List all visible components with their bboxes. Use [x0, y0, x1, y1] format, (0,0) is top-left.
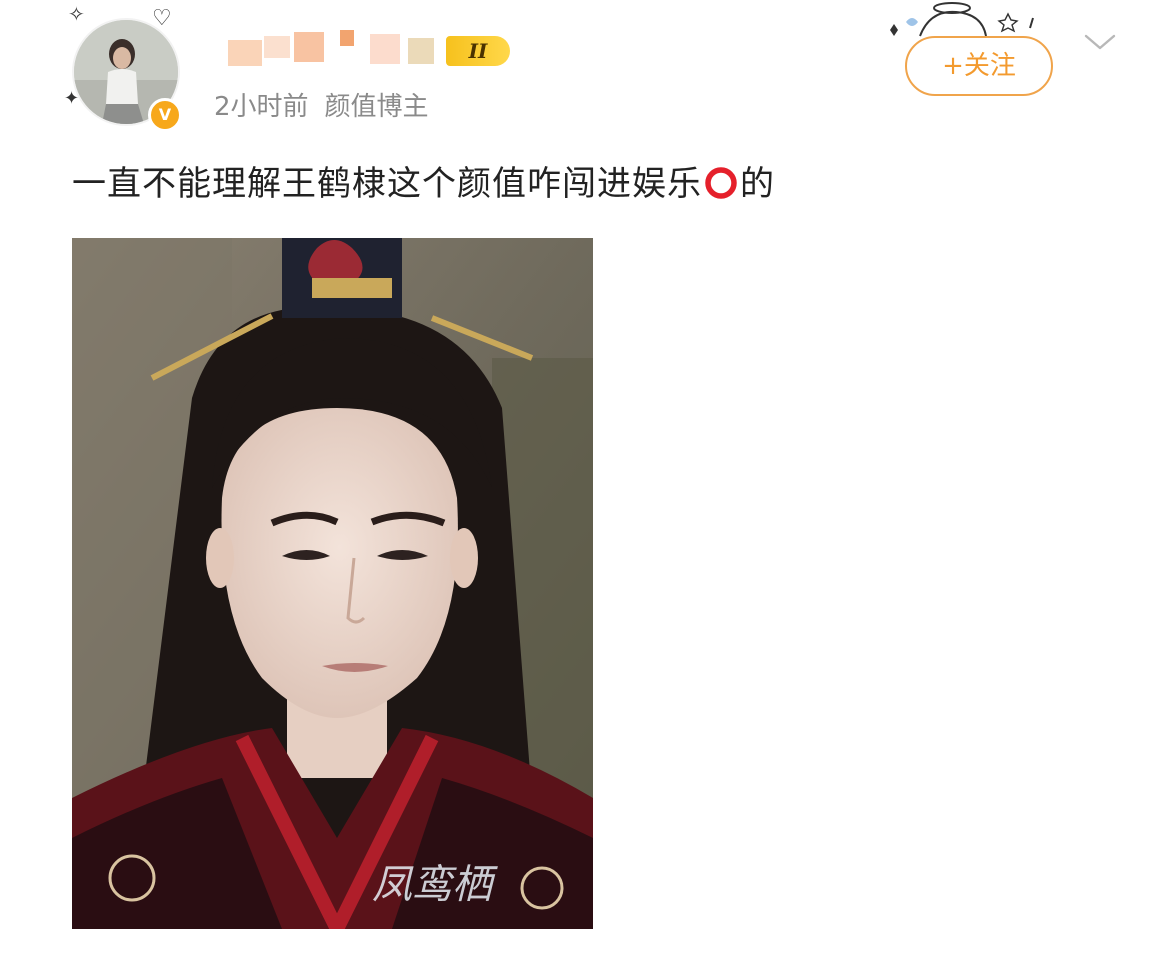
post-text-main: 一直不能理解王鹤棣这个颜值咋闯进娱乐 [72, 164, 702, 204]
red-circle-emoji-icon [705, 167, 737, 199]
post-photo[interactable]: 凤鸾栖 [72, 238, 593, 929]
post-text-end: 的 [740, 164, 775, 204]
follow-button[interactable]: +关注 [905, 36, 1053, 96]
chevron-down-icon[interactable] [1083, 30, 1117, 54]
doodle-decoration-icon [890, 2, 1034, 37]
weibo-post: ✧ ♡ ✦ ✧ V II 2小时前颜值博主 [0, 0, 1176, 969]
post-text: 一直不能理解王鹤棣这个颜值咋闯进娱乐的 [72, 156, 775, 205]
verified-icon: V [148, 98, 182, 132]
post-time: 2小时前 [214, 92, 309, 122]
photo-watermark: 凤鸾栖 [372, 862, 498, 908]
post-meta: 2小时前 颜值博主 [214, 86, 429, 123]
user-tag: 颜值博主 [324, 92, 429, 122]
question-sparkle-icon: ✧ [68, 2, 85, 26]
avatar-frame[interactable]: ✧ ♡ ✦ ✧ V [64, 2, 188, 132]
username-redacted[interactable] [220, 30, 450, 66]
level-badge: II [446, 36, 510, 66]
